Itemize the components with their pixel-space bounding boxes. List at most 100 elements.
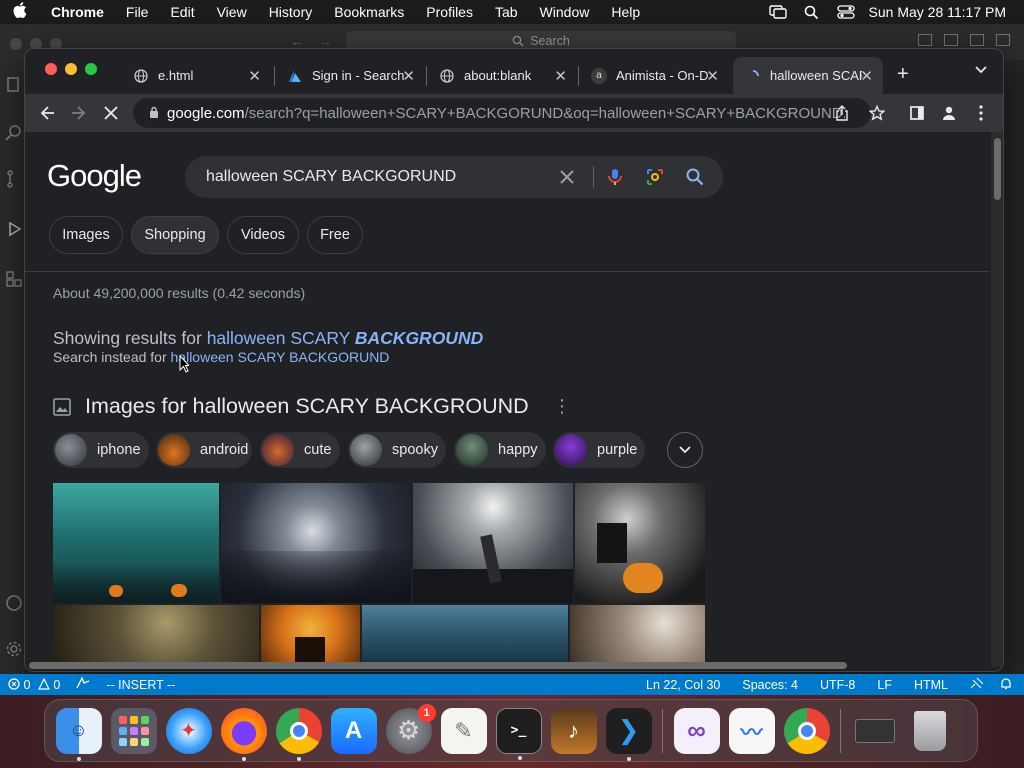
manage-gear-icon[interactable] <box>5 640 23 658</box>
google-search-box[interactable]: halloween SCARY BACKGORUND <box>185 156 723 198</box>
image-result-full-moon-forest[interactable] <box>221 483 411 603</box>
vertical-scrollbar[interactable] <box>991 132 1003 667</box>
menu-window[interactable]: Window <box>529 4 601 20</box>
share-icon[interactable] <box>835 105 849 125</box>
tab-search-chevron-icon[interactable] <box>975 65 987 77</box>
menu-view[interactable]: View <box>206 4 258 20</box>
window-close-button[interactable] <box>45 63 57 75</box>
bookmark-star-icon[interactable] <box>867 103 887 123</box>
image-chip-spooky[interactable]: spooky <box>348 432 446 468</box>
google-lens-icon[interactable] <box>645 167 665 187</box>
voice-search-mic-icon[interactable] <box>605 167 625 187</box>
filter-chip-free[interactable]: Free <box>307 216 363 254</box>
menu-help[interactable]: Help <box>600 4 651 20</box>
dock-app-store-icon[interactable]: A <box>330 707 377 754</box>
more-image-chips-chevron-icon[interactable] <box>667 432 703 468</box>
side-panel-icon[interactable] <box>907 103 927 123</box>
tab-about-blank[interactable]: about:blank ✕ <box>427 57 577 94</box>
dock-freeform-icon[interactable]: 〰 <box>728 707 775 754</box>
editor-forward-arrow-icon[interactable]: → <box>318 33 332 49</box>
tab-animista[interactable]: a Animista - On-D ✕ <box>579 57 729 94</box>
end-of-line[interactable]: LF <box>869 678 906 692</box>
image-result-orange-castle[interactable] <box>261 605 360 665</box>
image-chip-iphone[interactable]: iphone <box>53 432 149 468</box>
menu-clock[interactable]: Sun May 28 11:17 PM <box>869 4 1006 20</box>
tab-e-html[interactable]: e.html ✕ <box>121 57 271 94</box>
dock-firefox-icon[interactable] <box>220 707 267 761</box>
cursor-position[interactable]: Ln 22, Col 30 <box>638 678 734 692</box>
live-share-icon[interactable] <box>68 676 98 692</box>
image-chip-happy[interactable]: happy <box>454 432 546 468</box>
vertical-scroll-thumb[interactable] <box>994 138 1001 200</box>
forward-arrow-icon[interactable] <box>69 103 89 123</box>
image-result-dark-branches[interactable] <box>53 605 259 665</box>
back-arrow-icon[interactable] <box>37 103 57 123</box>
image-result-zombie-hand[interactable] <box>413 483 573 603</box>
search-activity-icon[interactable] <box>5 124 23 142</box>
dock-visual-studio-icon[interactable]: ∞ <box>673 707 720 754</box>
dock-garageband-icon[interactable]: ♪ <box>550 707 597 754</box>
menu-file[interactable]: File <box>115 4 160 20</box>
editor-back-arrow-icon[interactable]: ← <box>290 33 304 49</box>
tab-sign-in-search[interactable]: Sign in - Search ✕ <box>275 57 425 94</box>
address-bar[interactable]: google.com/search?q=halloween+SCARY+BACK… <box>133 98 871 128</box>
tab-close-icon[interactable]: ✕ <box>554 67 567 85</box>
problems-indicator[interactable]: 0 0 <box>0 677 68 692</box>
apple-menu-icon[interactable] <box>0 2 40 22</box>
menu-profiles[interactable]: Profiles <box>415 4 484 20</box>
tab-close-icon[interactable]: ✕ <box>402 67 415 85</box>
image-chip-android[interactable]: android <box>156 432 252 468</box>
dock-textedit-icon[interactable]: ✎ <box>440 707 487 754</box>
menu-app-name[interactable]: Chrome <box>40 4 115 20</box>
accounts-icon[interactable] <box>5 594 23 612</box>
file-encoding[interactable]: UTF-8 <box>812 678 869 692</box>
dock-safari-icon[interactable]: ✦ <box>165 707 212 754</box>
search-submit-icon[interactable] <box>685 167 705 187</box>
dock-terminal-icon[interactable]: >_ <box>495 707 542 760</box>
image-chip-cute[interactable]: cute <box>260 432 340 468</box>
source-control-icon[interactable] <box>5 170 23 188</box>
feedback-icon[interactable] <box>962 677 992 692</box>
menu-tab[interactable]: Tab <box>484 4 529 20</box>
toggle-sidebar-icon[interactable] <box>918 34 932 46</box>
image-result-teal-graveyard[interactable] <box>53 483 219 603</box>
tab-close-icon[interactable]: ✕ <box>860 67 873 85</box>
dock-launchpad-icon[interactable] <box>110 707 157 754</box>
indentation[interactable]: Spaces: 4 <box>734 678 812 692</box>
horizontal-scrollbar[interactable] <box>25 659 989 671</box>
image-result-stormy-clouds[interactable] <box>362 605 568 665</box>
run-debug-icon[interactable] <box>5 220 23 238</box>
screen-mirroring-icon[interactable] <box>761 5 795 19</box>
explorer-icon[interactable] <box>5 76 23 94</box>
dock-chrome-canary-icon[interactable] <box>783 707 830 754</box>
language-mode[interactable]: HTML <box>906 678 962 692</box>
dock-trash-icon[interactable] <box>907 708 953 754</box>
dock-downloads-stack-icon[interactable] <box>852 708 898 754</box>
images-more-kebab-icon[interactable]: ⋮ <box>553 396 571 417</box>
menu-bookmarks[interactable]: Bookmarks <box>323 4 415 20</box>
extensions-icon[interactable] <box>5 270 23 288</box>
chrome-menu-kebab-icon[interactable] <box>971 103 991 123</box>
toggle-panel-icon[interactable] <box>944 34 958 46</box>
menu-edit[interactable]: Edit <box>159 4 205 20</box>
dock-vscode-icon[interactable]: ❯ <box>605 707 652 761</box>
tab-halloween-scary[interactable]: halloween SCARY ✕ <box>733 57 883 94</box>
profile-icon[interactable] <box>939 103 959 123</box>
new-tab-plus-icon[interactable]: + <box>897 63 909 86</box>
google-logo[interactable]: Google <box>47 158 142 194</box>
window-zoom-button[interactable] <box>85 63 97 75</box>
image-chip-purple[interactable]: purple <box>553 432 645 468</box>
control-center-icon[interactable] <box>829 5 863 19</box>
dock-system-settings-icon[interactable]: ⚙ 1 <box>385 703 436 754</box>
editor-close-dot[interactable] <box>10 38 22 50</box>
tab-close-icon[interactable]: ✕ <box>248 67 261 85</box>
original-query-link[interactable]: halloween SCARY BACKGORUND <box>171 349 390 365</box>
clear-search-icon[interactable] <box>557 167 577 187</box>
image-result-bats-moon[interactable] <box>570 605 705 665</box>
images-heading-text[interactable]: Images for halloween SCARY BACKGROUND <box>85 394 529 419</box>
dock-chrome-icon[interactable] <box>275 707 322 761</box>
spotlight-search-icon[interactable] <box>795 5 829 20</box>
search-query-text[interactable]: halloween SCARY BACKGORUND <box>206 168 536 186</box>
image-result-haunted-house-pumpkin[interactable] <box>575 483 705 603</box>
filter-chip-images[interactable]: Images <box>49 216 123 254</box>
